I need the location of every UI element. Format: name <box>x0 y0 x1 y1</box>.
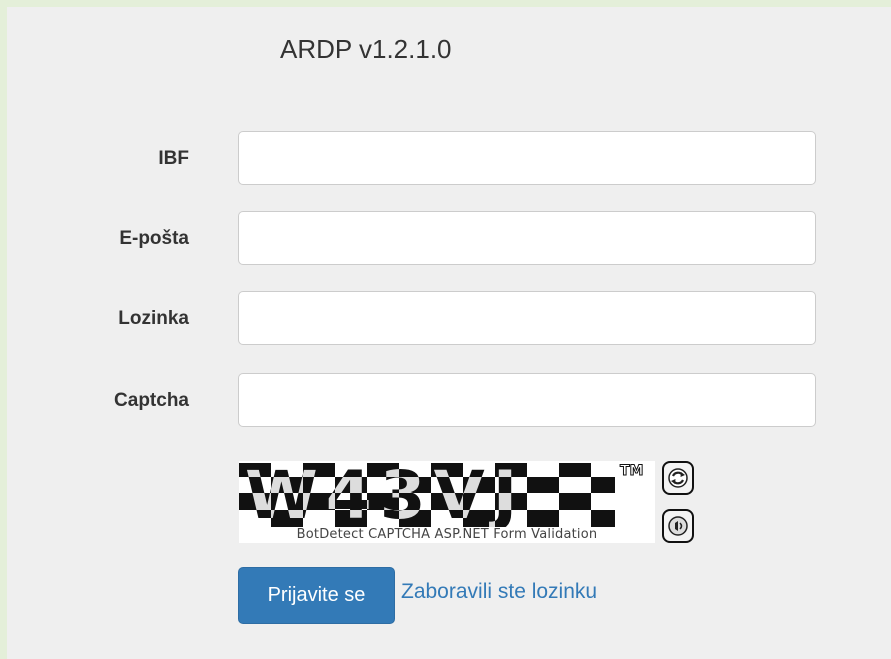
email-label: E-pošta <box>119 228 189 249</box>
forgot-password-link[interactable]: Zaboravili ste lozinku <box>401 580 597 604</box>
captcha-label: Captcha <box>114 390 189 411</box>
captcha-row: Captcha <box>7 373 891 429</box>
captcha-trademark: TM <box>619 463 644 480</box>
captcha-code: W43VJ <box>245 461 526 534</box>
password-row: Lozinka <box>7 291 891 347</box>
ibf-input[interactable] <box>238 131 816 185</box>
speaker-icon <box>668 516 688 536</box>
password-label: Lozinka <box>118 308 189 329</box>
login-panel: ARDP v1.2.1.0 IBF E-pošta Lozinka Captch… <box>7 7 891 659</box>
reload-icon <box>668 468 688 488</box>
captcha-sound-button[interactable] <box>662 509 694 543</box>
ibf-label: IBF <box>158 148 189 169</box>
password-input[interactable] <box>238 291 816 345</box>
captcha-reload-button[interactable] <box>662 461 694 495</box>
captcha-image: W43VJ TM BotDetect CAPTCHA ASP.NET Form … <box>239 461 655 543</box>
app-title: ARDP v1.2.1.0 <box>280 34 452 64</box>
captcha-input[interactable] <box>238 373 816 427</box>
login-button[interactable]: Prijavite se <box>238 567 395 624</box>
captcha-caption: BotDetect CAPTCHA ASP.NET Form Validatio… <box>239 527 655 543</box>
email-row: E-pošta <box>7 211 891 267</box>
email-input[interactable] <box>238 211 816 265</box>
ibf-row: IBF <box>7 131 891 187</box>
captcha-widget: W43VJ TM BotDetect CAPTCHA ASP.NET Form … <box>239 461 655 543</box>
